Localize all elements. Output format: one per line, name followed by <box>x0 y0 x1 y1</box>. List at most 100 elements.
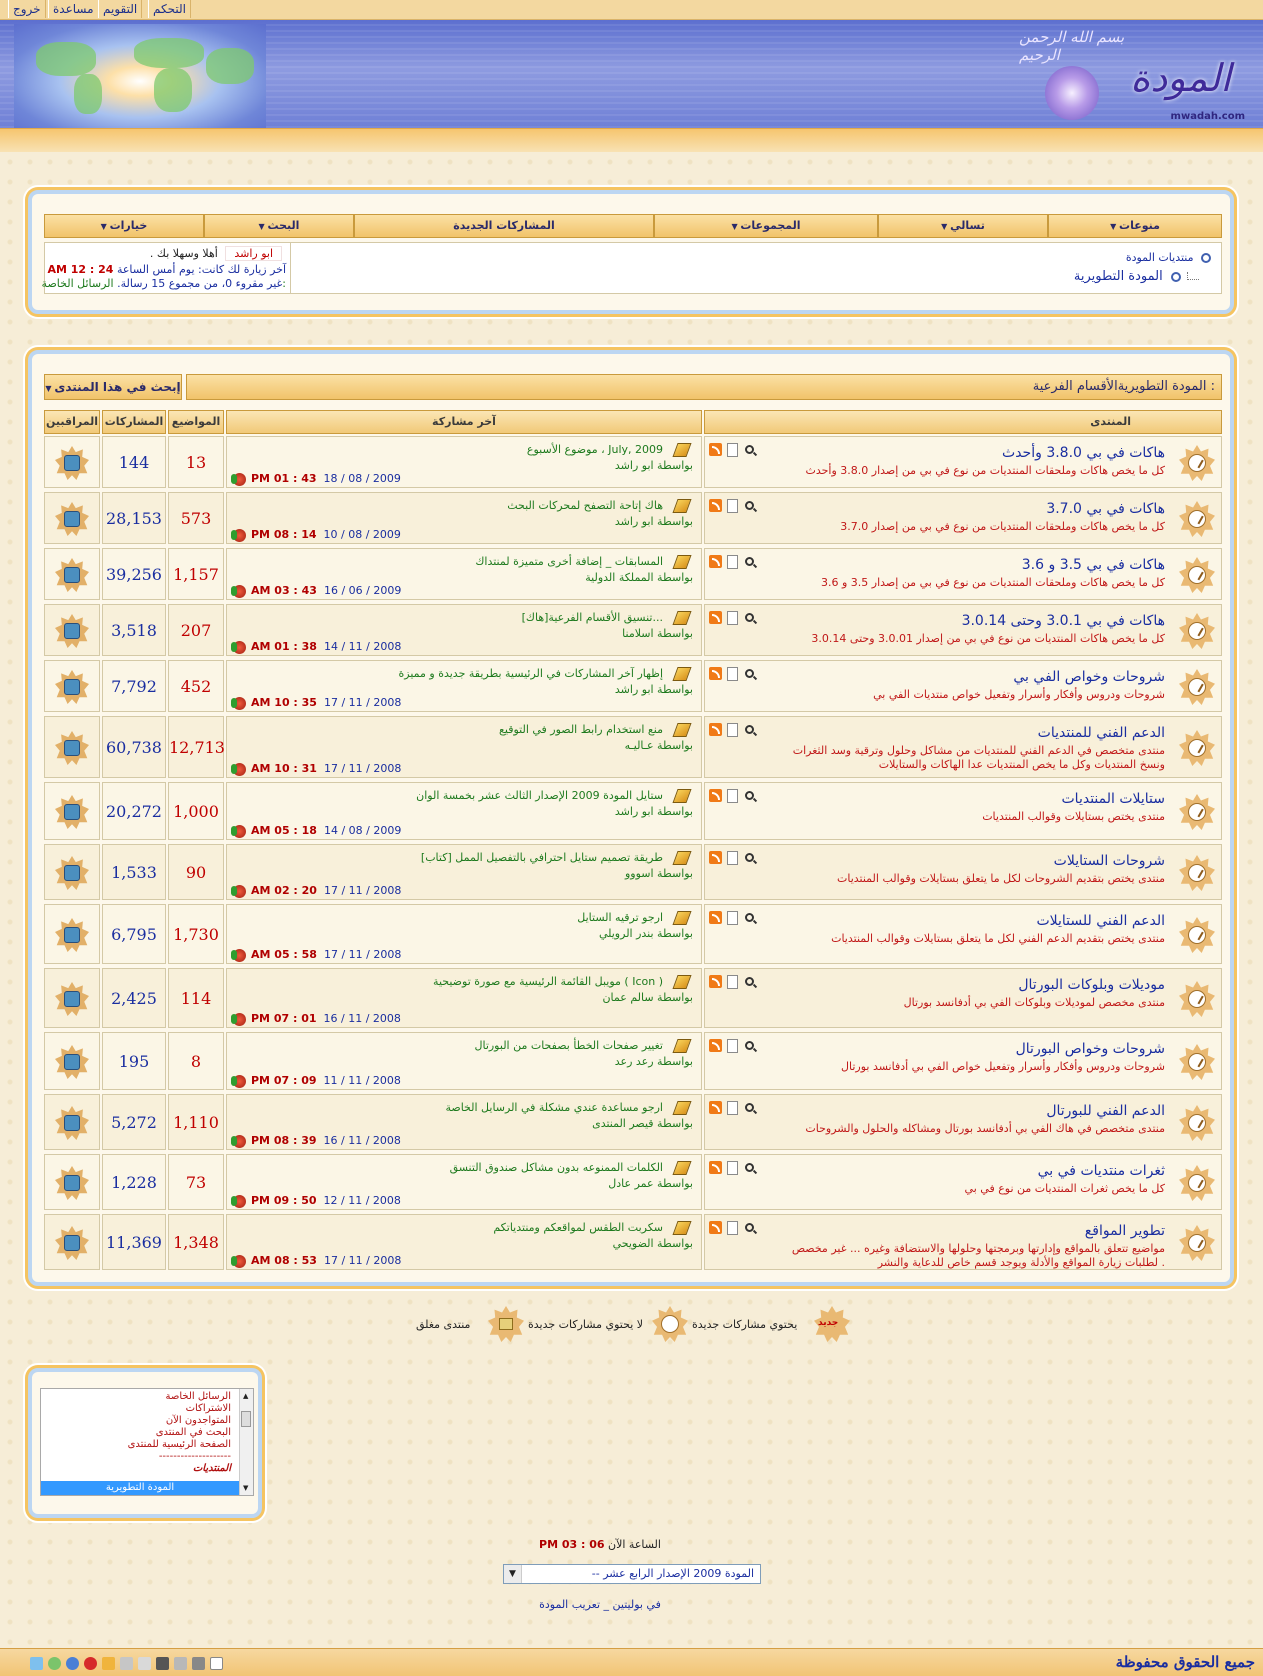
search-icon[interactable] <box>745 1041 754 1050</box>
style-chooser-select[interactable]: -- المودة 2009 الإصدار الرابع عشر ▼ <box>503 1564 761 1584</box>
rss-icon[interactable] <box>709 667 722 680</box>
last-post-author[interactable]: بواسطة رعد رعد <box>615 1055 693 1068</box>
help-icon[interactable] <box>66 1657 79 1670</box>
last-post-title[interactable]: الكلمات الممنوعه بدون مشاكل صندوق التنسق <box>450 1161 663 1174</box>
moderator-icon[interactable] <box>55 614 89 648</box>
last-post-title[interactable]: منع استخدام رابط الصور في التوقيع <box>499 723 663 736</box>
jump-selected-item[interactable]: المودة التطويرية <box>41 1481 239 1495</box>
print-icon[interactable] <box>192 1657 205 1670</box>
scroll-up-icon[interactable]: ▲ <box>243 1392 248 1400</box>
members-icon[interactable] <box>102 1657 115 1670</box>
go-to-last-post-icon[interactable] <box>231 473 246 486</box>
options-menu[interactable]: ▼ خيارات <box>44 214 204 238</box>
doc-icon[interactable] <box>727 789 738 803</box>
doc-icon[interactable] <box>727 1101 738 1115</box>
last-post-author[interactable]: بواسطة ابو راشد <box>615 459 693 472</box>
last-post-author[interactable]: بواسطة ابو راشد <box>615 683 693 696</box>
jump-item[interactable]: -------------------- <box>159 1451 231 1462</box>
last-post-author[interactable]: بواسطة قيصر المنتدى <box>592 1117 693 1130</box>
last-post-author[interactable]: بواسطة ابو راشد <box>615 515 693 528</box>
rss-icon[interactable] <box>709 1039 722 1052</box>
moderator-icon[interactable] <box>55 502 89 536</box>
go-to-last-post-icon[interactable] <box>231 1255 246 1268</box>
doc-icon[interactable] <box>727 975 738 989</box>
rss-icon[interactable] <box>709 975 722 988</box>
private-messages-count[interactable]: غير مقروء 0، من مجموع 15 رسالة. <box>117 277 282 290</box>
fun-menu[interactable]: ▼ تسالي <box>878 214 1048 238</box>
forum-title-link[interactable]: هاكات في بي 3.5 و 3.6 <box>1022 557 1165 573</box>
forum-title-link[interactable]: ثغرات منتديات في بي <box>1038 1163 1165 1179</box>
last-post-title[interactable]: إظهار آخر المشاركات في الرئيسية بطريقة ج… <box>398 667 663 680</box>
user-icon[interactable] <box>156 1657 169 1670</box>
rss-icon[interactable] <box>709 555 722 568</box>
misc-menu[interactable]: ▼ منوعات <box>1048 214 1222 238</box>
search-icon[interactable] <box>745 445 754 454</box>
rss-icon[interactable] <box>709 723 722 736</box>
go-to-last-post-icon[interactable] <box>231 585 246 598</box>
moderator-icon[interactable] <box>55 731 89 765</box>
search-menu[interactable]: ▼ البحث <box>204 214 354 238</box>
rss-icon[interactable] <box>709 1221 722 1234</box>
last-post-title[interactable]: ارجو مساعدة عندي مشكلة في الرسايل الخاصة <box>445 1101 663 1114</box>
last-post-title[interactable]: سكربت الطقس لمواقعكم ومنتدياتكم <box>493 1221 663 1234</box>
logout-link[interactable]: خروج <box>8 0 46 18</box>
doc-icon[interactable] <box>727 723 738 737</box>
doc-icon[interactable] <box>727 611 738 625</box>
footer-credit[interactable]: في بوليتين _ تعريب المودة <box>400 1598 800 1611</box>
jump-item[interactable]: الرسائل الخاصة <box>166 1391 231 1402</box>
copy-icon[interactable] <box>120 1657 133 1670</box>
groups-menu[interactable]: ▼ المجموعات <box>654 214 878 238</box>
scroll-down-icon[interactable]: ▼ <box>243 1484 248 1492</box>
forum-title-link[interactable]: هاكات في بي 3.0.1 وحتى 3.0.14 <box>962 613 1165 629</box>
last-post-author[interactable]: بواسطة سالم عمان <box>602 991 693 1004</box>
go-to-last-post-icon[interactable] <box>231 697 246 710</box>
rss-icon[interactable] <box>709 851 722 864</box>
search-icon[interactable] <box>745 725 754 734</box>
search-icon[interactable] <box>745 557 754 566</box>
doc-icon[interactable] <box>727 555 738 569</box>
last-post-title[interactable]: هاك إتاحة التصفح لمحركات البحث <box>507 499 663 512</box>
search-icon[interactable] <box>745 1103 754 1112</box>
doc-icon[interactable] <box>727 851 738 865</box>
last-post-author[interactable]: بواسطة عـاليـه <box>625 739 693 752</box>
breadcrumb-root[interactable]: منتديات المودة <box>1126 251 1194 264</box>
last-post-title[interactable]: مويبل القائمة الرئيسية مع صورة توضيحية (… <box>433 975 663 988</box>
moderator-icon[interactable] <box>55 670 89 704</box>
doc-icon[interactable] <box>727 1221 738 1235</box>
moderator-icon[interactable] <box>55 1106 89 1140</box>
go-to-last-post-icon[interactable] <box>231 529 246 542</box>
close-icon[interactable] <box>84 1657 97 1670</box>
doc-icon[interactable] <box>727 1161 738 1175</box>
forum-title-link[interactable]: شروحات وخواص الفي بي <box>1013 669 1165 685</box>
up-icon[interactable] <box>48 1657 61 1670</box>
go-to-last-post-icon[interactable] <box>231 763 246 776</box>
pages-icon[interactable] <box>138 1657 151 1670</box>
last-post-author[interactable]: بواسطة اسلامنا <box>622 627 693 640</box>
search-icon[interactable] <box>745 853 754 862</box>
search-icon[interactable] <box>745 1223 754 1232</box>
go-to-last-post-icon[interactable] <box>231 1013 246 1026</box>
moderator-icon[interactable] <box>55 1166 89 1200</box>
last-post-author[interactable]: بواسطة الضويحي <box>613 1237 693 1250</box>
help-link[interactable]: مساعدة <box>48 0 99 18</box>
search-icon[interactable] <box>745 791 754 800</box>
forum-title-link[interactable]: هاكات في بي 3.8.0 وأحدث <box>1002 445 1165 461</box>
rss-icon[interactable] <box>709 789 722 802</box>
last-post-author[interactable]: بواسطة عمر عادل <box>608 1177 693 1190</box>
last-post-title[interactable]: موضوع الأسبوع ، July, 2009 <box>527 443 663 456</box>
last-post-title[interactable]: [هاك]تنسيق الأقسام الفرعية... <box>522 611 663 624</box>
search-icon[interactable] <box>745 501 754 510</box>
rss-icon[interactable] <box>709 443 722 456</box>
jump-item[interactable]: الاشتراكات <box>186 1403 231 1414</box>
forum-title-link[interactable]: الدعم الفني للمنتديات <box>1038 725 1165 741</box>
jump-item[interactable]: الصفحة الرئيسية للمنتدى <box>128 1439 231 1450</box>
moderator-icon[interactable] <box>55 918 89 952</box>
home-icon[interactable] <box>30 1657 43 1670</box>
last-post-author[interactable]: بواسطة ابو راشد <box>615 805 693 818</box>
scroll-thumb[interactable] <box>241 1411 251 1427</box>
doc-icon[interactable] <box>727 1039 738 1053</box>
last-post-title[interactable]: المسابقات _ إضافة أخرى متميزة لمنتداك <box>475 555 663 568</box>
rss-icon[interactable] <box>709 1101 722 1114</box>
moderator-icon[interactable] <box>55 1226 89 1260</box>
go-to-last-post-icon[interactable] <box>231 641 246 654</box>
